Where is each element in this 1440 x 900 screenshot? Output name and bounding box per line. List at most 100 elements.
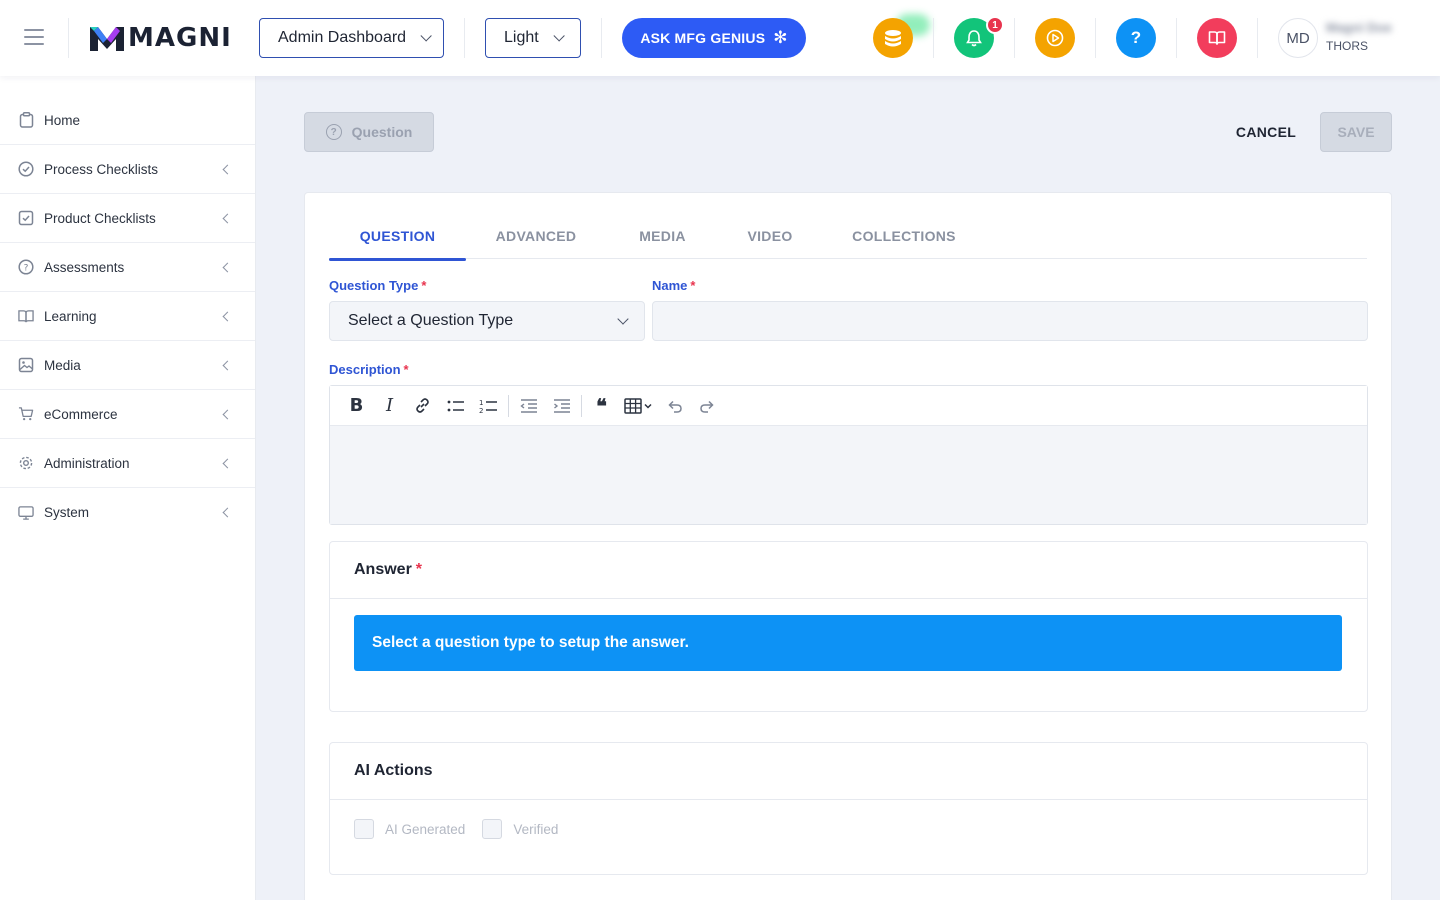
chevron-left-icon bbox=[222, 507, 233, 518]
italic-icon[interactable]: I bbox=[373, 392, 406, 420]
description-editor-body[interactable] bbox=[330, 426, 1367, 524]
sidebar-item-assessments[interactable]: ? Assessments bbox=[0, 243, 255, 292]
verified-label: Verified bbox=[513, 821, 559, 837]
svg-text:1: 1 bbox=[479, 399, 483, 407]
theme-select[interactable]: Light bbox=[485, 18, 581, 58]
question-circle-icon: ? bbox=[325, 124, 342, 140]
divider bbox=[68, 18, 69, 58]
chevron-down-icon bbox=[617, 313, 629, 325]
coins-button[interactable] bbox=[873, 18, 913, 58]
chevron-left-icon bbox=[222, 360, 233, 371]
description-label: Description * bbox=[329, 362, 409, 377]
ask-mfg-genius-button[interactable]: ASK MFG GENIUS ✻ bbox=[622, 18, 806, 58]
sidebar-item-label: Learning bbox=[44, 308, 97, 324]
docs-button[interactable] bbox=[1197, 18, 1237, 58]
ai-actions-section: AI Actions AI Generated Verified bbox=[329, 742, 1368, 875]
blockquote-icon[interactable]: ❝ bbox=[585, 392, 618, 420]
chevron-left-icon bbox=[222, 458, 233, 469]
menu-icon[interactable] bbox=[24, 29, 44, 45]
sparkle-icon: ✻ bbox=[773, 28, 788, 47]
clipboard-icon bbox=[18, 112, 34, 128]
tab-advanced[interactable]: ADVANCED bbox=[471, 213, 601, 259]
chevron-left-icon bbox=[222, 213, 233, 224]
user-name: Magni Doe bbox=[1326, 20, 1392, 35]
sidebar-item-ecommerce[interactable]: eCommerce bbox=[0, 390, 255, 439]
sidebar-item-administration[interactable]: Administration bbox=[0, 439, 255, 488]
user-info[interactable]: Magni Doe THORS bbox=[1326, 20, 1392, 53]
question-circle-icon: ? bbox=[18, 259, 34, 275]
question-button-label: Question bbox=[351, 124, 413, 140]
chevron-left-icon bbox=[222, 409, 233, 420]
outdent-icon[interactable] bbox=[512, 392, 545, 420]
bold-icon[interactable]: B bbox=[340, 392, 373, 420]
sidebar-item-label: Assessments bbox=[44, 259, 125, 275]
question-type-value: Select a Question Type bbox=[348, 312, 514, 329]
name-input[interactable] bbox=[652, 301, 1368, 341]
sidebar-item-product-checklists[interactable]: Product Checklists bbox=[0, 194, 255, 243]
question-type-label: Question Type * bbox=[329, 278, 427, 293]
editor-toolbar: B I 12 ❝ bbox=[330, 386, 1367, 426]
verified-checkbox[interactable] bbox=[482, 819, 503, 839]
help-button[interactable]: ? bbox=[1116, 18, 1156, 58]
chevron-left-icon bbox=[222, 262, 233, 273]
check-circle-icon bbox=[18, 161, 34, 177]
chevron-left-icon bbox=[222, 164, 233, 175]
sidebar-item-learning[interactable]: Learning bbox=[0, 292, 255, 341]
indent-icon[interactable] bbox=[545, 392, 578, 420]
description-editor: B I 12 ❝ bbox=[329, 385, 1368, 525]
theme-select-value: Light bbox=[504, 29, 539, 46]
bullet-list-icon[interactable] bbox=[439, 392, 472, 420]
sidebar-item-label: System bbox=[44, 505, 90, 520]
logo-text: MAGNI bbox=[128, 23, 232, 53]
user-org: THORS bbox=[1326, 39, 1368, 53]
question-mark-icon: ? bbox=[1130, 28, 1142, 47]
top-bar: MAGNI Admin Dashboard Light ASK MFG GENI… bbox=[0, 0, 1440, 76]
dashboard-select[interactable]: Admin Dashboard bbox=[259, 18, 444, 58]
question-type-select[interactable]: Select a Question Type bbox=[329, 301, 645, 341]
genius-button-label: ASK MFG GENIUS bbox=[640, 30, 766, 46]
sidebar-item-process-checklists[interactable]: Process Checklists bbox=[0, 145, 255, 194]
toolbar-divider bbox=[581, 394, 582, 417]
gear-icon bbox=[18, 455, 34, 471]
cancel-button[interactable]: CANCEL bbox=[1226, 112, 1306, 152]
undo-icon[interactable] bbox=[658, 392, 691, 420]
avatar[interactable]: MD bbox=[1278, 18, 1318, 58]
play-circle-icon bbox=[1046, 29, 1064, 47]
svg-text:?: ? bbox=[24, 264, 29, 274]
table-icon[interactable] bbox=[618, 392, 658, 420]
notifications-button[interactable]: 1 bbox=[954, 16, 1004, 58]
numbered-list-icon[interactable]: 12 bbox=[472, 392, 505, 420]
bell-icon bbox=[966, 30, 982, 47]
sidebar-item-label: Media bbox=[44, 357, 81, 373]
coins-icon bbox=[885, 30, 901, 47]
redo-icon[interactable] bbox=[691, 392, 724, 420]
save-button[interactable]: SAVE bbox=[1320, 112, 1392, 152]
ai-generated-checkbox[interactable] bbox=[354, 819, 374, 839]
ai-generated-label: AI Generated bbox=[385, 821, 466, 837]
answer-info-alert: Select a question type to setup the answ… bbox=[354, 615, 1342, 671]
logo[interactable]: MAGNI bbox=[90, 22, 232, 54]
divider bbox=[933, 18, 934, 58]
name-label: Name * bbox=[652, 278, 696, 293]
link-icon[interactable] bbox=[406, 392, 439, 420]
notification-badge: 1 bbox=[986, 16, 1004, 34]
monitor-icon bbox=[18, 505, 34, 521]
image-icon bbox=[18, 357, 34, 373]
ai-actions-checkboxes: AI Generated Verified bbox=[354, 819, 575, 839]
magni-logo-icon bbox=[90, 27, 124, 51]
dashboard-select-value: Admin Dashboard bbox=[278, 29, 407, 46]
chevron-down-icon bbox=[553, 30, 565, 42]
tab-media[interactable]: MEDIA bbox=[619, 213, 706, 259]
tab-question[interactable]: QUESTION bbox=[329, 213, 466, 261]
sidebar-item-home[interactable]: Home bbox=[0, 96, 255, 145]
toolbar-divider bbox=[508, 394, 509, 417]
play-button[interactable] bbox=[1035, 18, 1075, 58]
tab-video[interactable]: VIDEO bbox=[729, 213, 811, 259]
tab-collections[interactable]: COLLECTIONS bbox=[837, 213, 971, 259]
svg-text:2: 2 bbox=[479, 407, 483, 414]
sidebar-item-media[interactable]: Media bbox=[0, 341, 255, 390]
chevron-left-icon bbox=[222, 311, 233, 322]
question-button[interactable]: ? Question bbox=[304, 112, 434, 152]
sidebar-item-system[interactable]: System bbox=[0, 488, 255, 537]
ai-actions-heading: AI Actions bbox=[330, 743, 1367, 800]
